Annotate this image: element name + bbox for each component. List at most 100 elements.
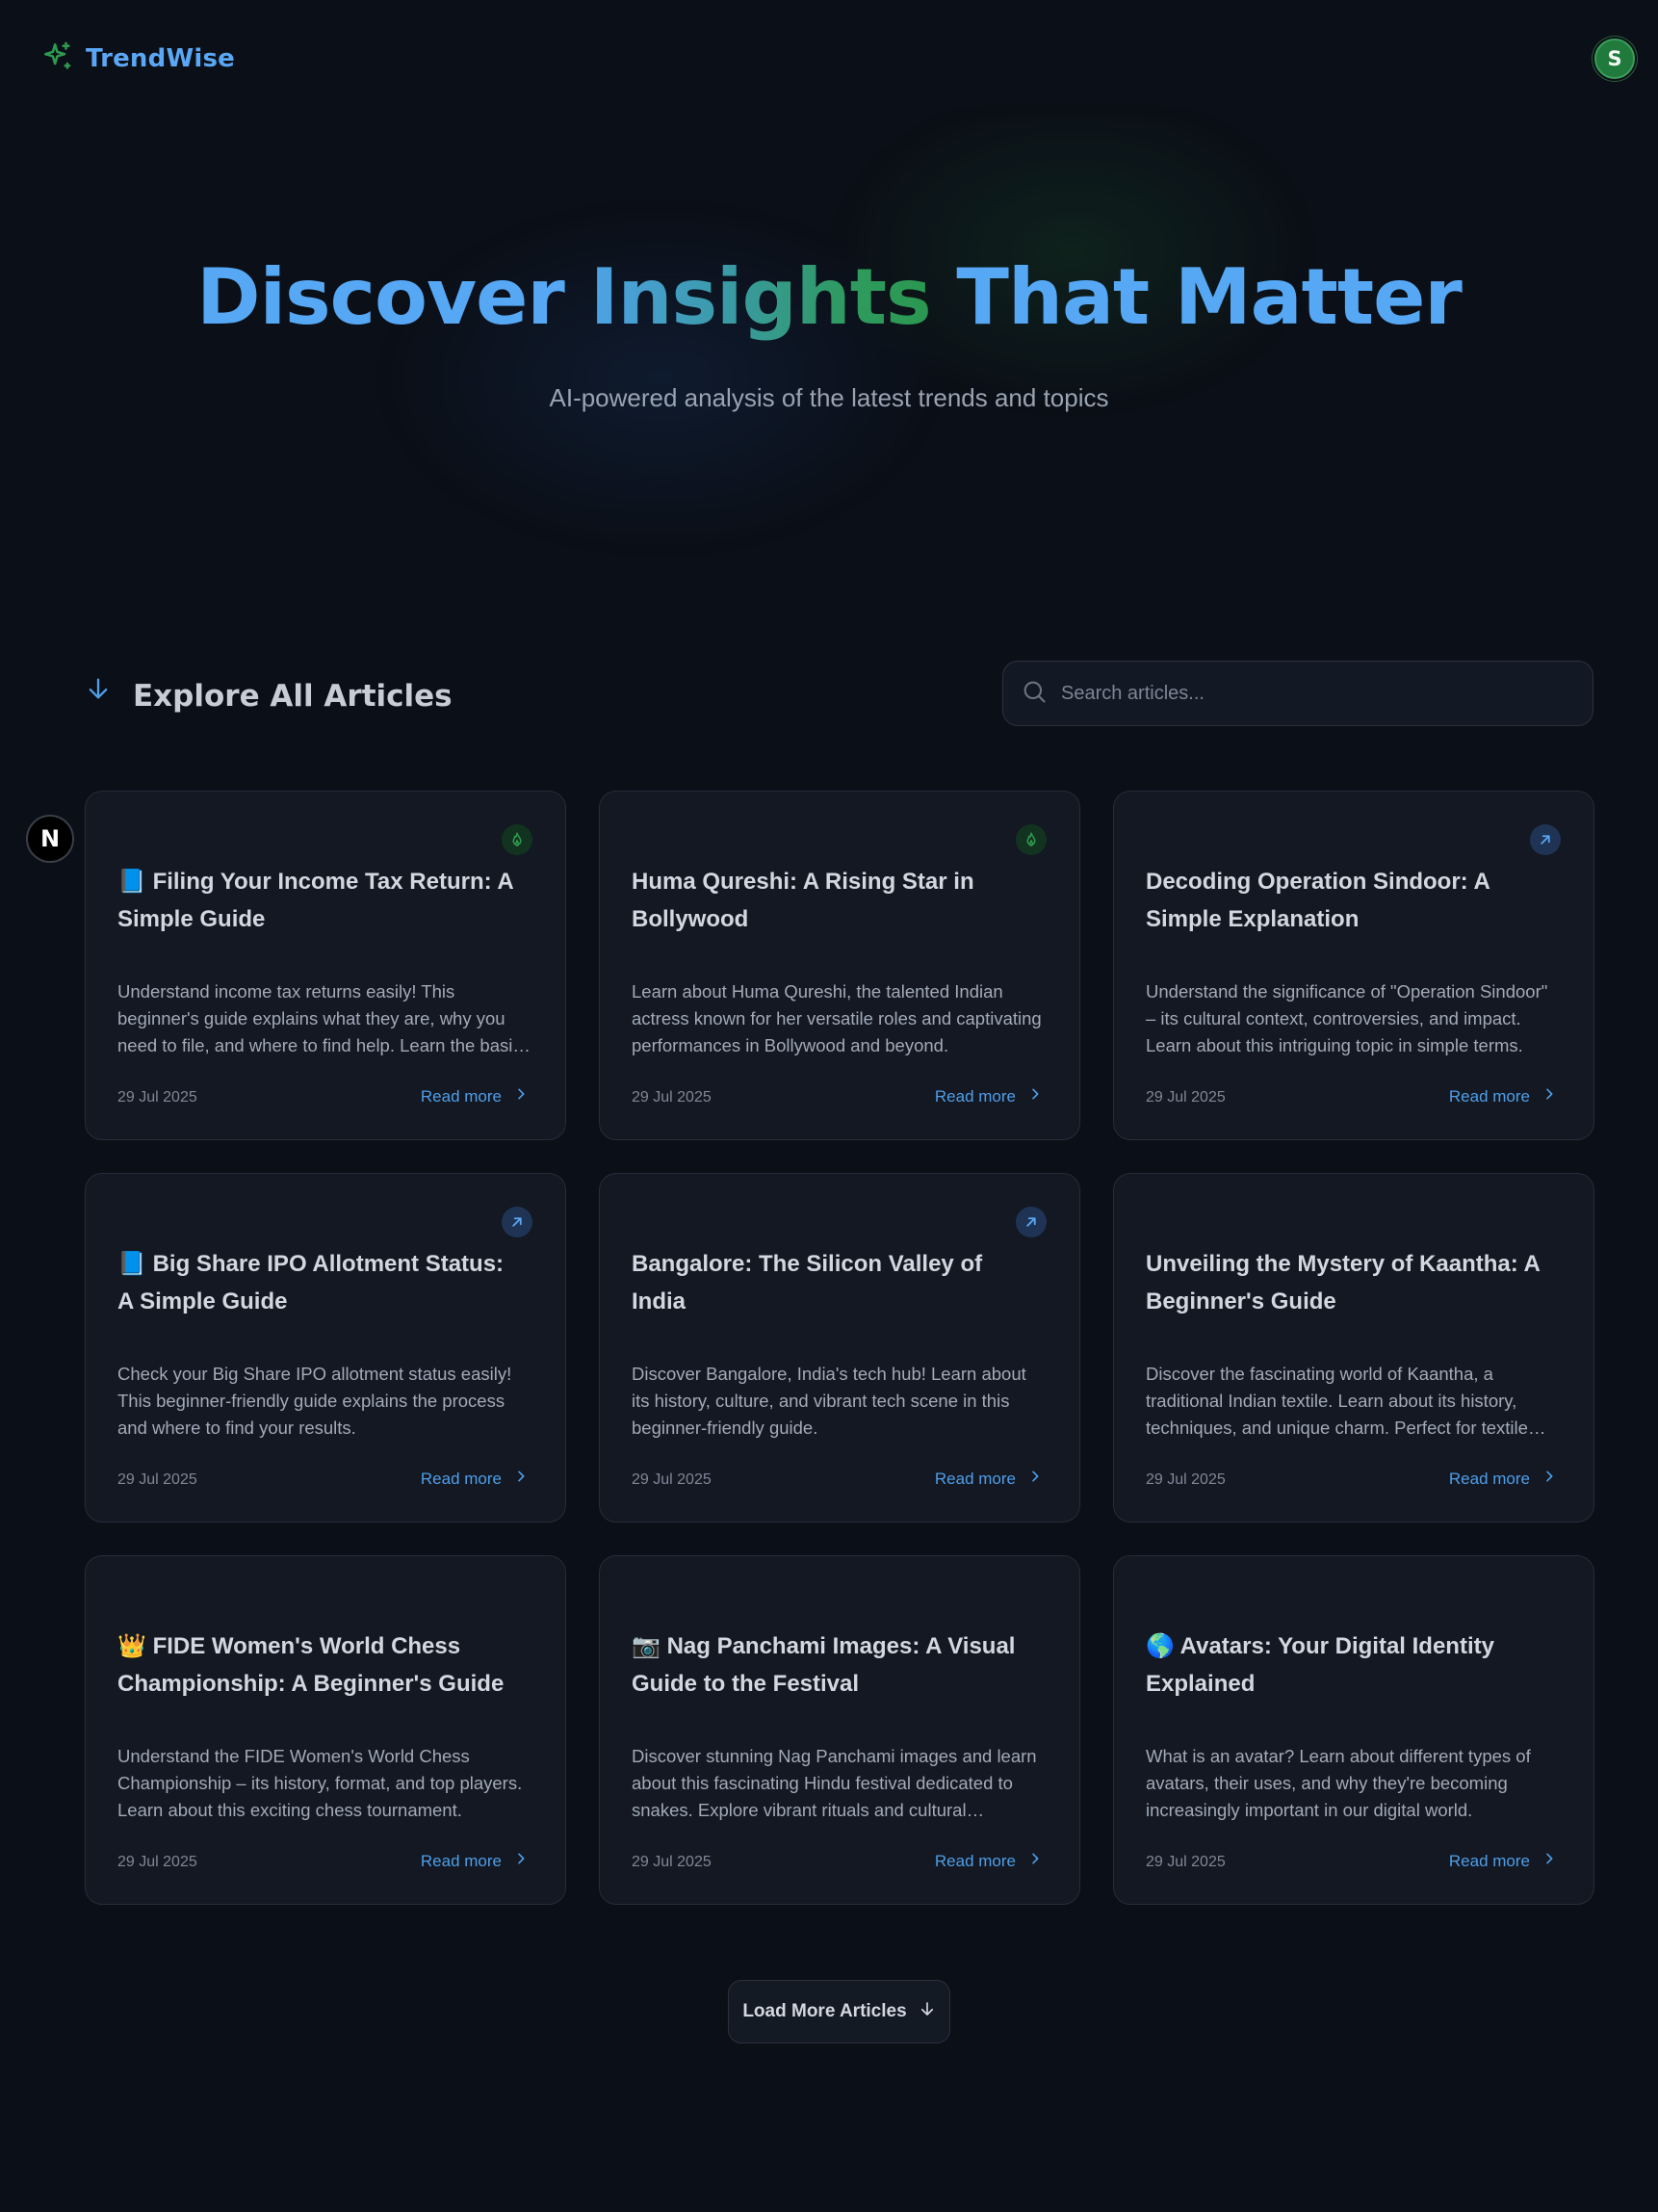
flame-icon xyxy=(502,824,532,855)
article-description: Learn about Huma Qureshi, the talented I… xyxy=(632,981,1042,1055)
hero-title-highlight: Insights xyxy=(589,252,932,342)
article-title[interactable]: 🌎 Avatars: Your Digital Identity Explain… xyxy=(1146,1627,1550,1703)
article-date: 29 Jul 2025 xyxy=(1146,1854,1226,1870)
load-more-button[interactable]: Load More Articles xyxy=(728,1980,950,2043)
read-more-label: Read more xyxy=(420,1851,502,1870)
article-card[interactable]: Bangalore: The Silicon Valley of India D… xyxy=(599,1173,1080,1522)
article-description: Check your Big Share IPO allotment statu… xyxy=(117,1364,512,1438)
read-more-label: Read more xyxy=(1448,1851,1530,1870)
article-title[interactable]: 👑 FIDE Women's World Chess Championship:… xyxy=(117,1627,522,1703)
read-more-link[interactable]: Read more xyxy=(935,1086,1043,1106)
article-card[interactable]: 📘 Big Share IPO Allotment Status: A Simp… xyxy=(85,1173,566,1522)
read-more-link[interactable]: Read more xyxy=(421,1086,529,1106)
article-title-text: Decoding Operation Sindoor: A Simple Exp… xyxy=(1146,869,1490,932)
article-description: What is an avatar? Learn about different… xyxy=(1146,1746,1531,1820)
article-emoji: 📘 xyxy=(117,1251,146,1277)
article-grid: 📘 Filing Your Income Tax Return: A Simpl… xyxy=(85,791,1594,1905)
read-more-link[interactable]: Read more xyxy=(1449,1851,1557,1871)
article-title-text: Unveiling the Mystery of Kaantha: A Begi… xyxy=(1146,1251,1540,1314)
chevron-right-icon xyxy=(513,1851,529,1871)
article-date: 29 Jul 2025 xyxy=(632,1089,712,1106)
nextjs-dev-badge[interactable]: N xyxy=(26,815,74,863)
article-date: 29 Jul 2025 xyxy=(1146,1089,1226,1106)
chevron-right-icon xyxy=(1027,1086,1043,1106)
read-more-link[interactable]: Read more xyxy=(935,1851,1043,1871)
top-nav: TrendWise S xyxy=(0,0,1658,125)
article-date: 29 Jul 2025 xyxy=(632,1471,712,1488)
read-more-link[interactable]: Read more xyxy=(421,1469,529,1489)
article-date: 29 Jul 2025 xyxy=(117,1089,197,1106)
hero-title: Discover Insights That Matter xyxy=(0,252,1658,342)
article-date: 29 Jul 2025 xyxy=(117,1854,197,1870)
chevron-right-icon xyxy=(1027,1469,1043,1489)
search-icon xyxy=(1021,678,1048,709)
article-card[interactable]: Unveiling the Mystery of Kaantha: A Begi… xyxy=(1113,1173,1594,1522)
article-card[interactable]: 📘 Filing Your Income Tax Return: A Simpl… xyxy=(85,791,566,1140)
read-more-label: Read more xyxy=(420,1469,502,1488)
chevron-right-icon xyxy=(1541,1469,1557,1489)
article-card[interactable]: Huma Qureshi: A Rising Star in Bollywood… xyxy=(599,791,1080,1140)
arrow-down-icon xyxy=(85,678,112,706)
article-title-text: Big Share IPO Allotment Status: A Simple… xyxy=(117,1251,505,1314)
flame-icon xyxy=(1016,824,1047,855)
article-title-text: Nag Panchami Images: A Visual Guide to t… xyxy=(632,1633,1016,1697)
article-description: Understand income tax returns easily! Th… xyxy=(117,981,531,1055)
trending-arrow-icon xyxy=(502,1207,532,1237)
chevron-right-icon xyxy=(1027,1851,1043,1871)
article-card[interactable]: 📷 Nag Panchami Images: A Visual Guide to… xyxy=(599,1555,1080,1905)
article-title[interactable]: 📷 Nag Panchami Images: A Visual Guide to… xyxy=(632,1627,1036,1703)
hero-glow xyxy=(366,116,1348,568)
trending-arrow-icon xyxy=(1016,1207,1047,1237)
article-date: 29 Jul 2025 xyxy=(632,1854,712,1870)
read-more-label: Read more xyxy=(1448,1086,1530,1106)
trending-arrow-icon xyxy=(1530,824,1561,855)
read-more-link[interactable]: Read more xyxy=(935,1469,1043,1489)
article-description: Discover stunning Nag Panchami images an… xyxy=(632,1746,1037,1820)
read-more-link[interactable]: Read more xyxy=(1449,1469,1557,1489)
article-title[interactable]: 📘 Filing Your Income Tax Return: A Simpl… xyxy=(117,863,522,938)
chevron-right-icon xyxy=(513,1469,529,1489)
article-title[interactable]: Bangalore: The Silicon Valley of India xyxy=(632,1245,1036,1320)
read-more-label: Read more xyxy=(934,1086,1016,1106)
search-input[interactable] xyxy=(1061,682,1581,705)
hero-title-part1: Discover xyxy=(196,252,590,342)
article-description: Understand the FIDE Women's World Chess … xyxy=(117,1746,523,1820)
article-emoji: 🌎 xyxy=(1146,1633,1175,1659)
article-emoji: 👑 xyxy=(117,1633,146,1659)
sparkles-icon xyxy=(41,40,74,77)
section-title: Explore All Articles xyxy=(133,679,453,714)
brand-name: TrendWise xyxy=(86,44,235,73)
article-card[interactable]: 👑 FIDE Women's World Chess Championship:… xyxy=(85,1555,566,1905)
read-more-link[interactable]: Read more xyxy=(1449,1086,1557,1106)
article-title[interactable]: Decoding Operation Sindoor: A Simple Exp… xyxy=(1146,863,1550,938)
article-description: Discover Bangalore, India's tech hub! Le… xyxy=(632,1364,1026,1438)
article-title-text: Filing Your Income Tax Return: A Simple … xyxy=(117,869,513,932)
article-card[interactable]: 🌎 Avatars: Your Digital Identity Explain… xyxy=(1113,1555,1594,1905)
hero-title-part3: That Matter xyxy=(930,252,1462,342)
read-more-label: Read more xyxy=(420,1086,502,1106)
search-box[interactable] xyxy=(1002,661,1593,726)
article-description: Discover the fascinating world of Kaanth… xyxy=(1146,1364,1528,1438)
article-title[interactable]: Huma Qureshi: A Rising Star in Bollywood xyxy=(632,863,1036,938)
user-avatar[interactable]: S xyxy=(1594,39,1635,79)
read-more-label: Read more xyxy=(1448,1469,1530,1488)
chevron-right-icon xyxy=(1541,1851,1557,1871)
article-title[interactable]: Unveiling the Mystery of Kaantha: A Begi… xyxy=(1146,1245,1550,1320)
article-title[interactable]: 📘 Big Share IPO Allotment Status: A Simp… xyxy=(117,1245,522,1320)
read-more-link[interactable]: Read more xyxy=(421,1851,529,1871)
brand-logo[interactable]: TrendWise xyxy=(41,40,235,77)
article-title-text: Bangalore: The Silicon Valley of India xyxy=(632,1251,983,1314)
article-description: Understand the significance of "Operatio… xyxy=(1146,981,1548,1055)
chevron-right-icon xyxy=(513,1086,529,1106)
hero-subtitle: AI-powered analysis of the latest trends… xyxy=(549,383,1109,412)
read-more-label: Read more xyxy=(934,1851,1016,1870)
article-title-text: Huma Qureshi: A Rising Star in Bollywood xyxy=(632,869,974,932)
arrow-down-icon xyxy=(919,2000,936,2023)
article-title-text: Avatars: Your Digital Identity Explained xyxy=(1146,1633,1494,1697)
article-date: 29 Jul 2025 xyxy=(1146,1471,1226,1488)
load-more-label: Load More Articles xyxy=(742,2001,907,2021)
article-card[interactable]: Decoding Operation Sindoor: A Simple Exp… xyxy=(1113,791,1594,1140)
chevron-right-icon xyxy=(1541,1086,1557,1106)
article-emoji: 📘 xyxy=(117,869,146,895)
article-emoji: 📷 xyxy=(632,1633,661,1659)
